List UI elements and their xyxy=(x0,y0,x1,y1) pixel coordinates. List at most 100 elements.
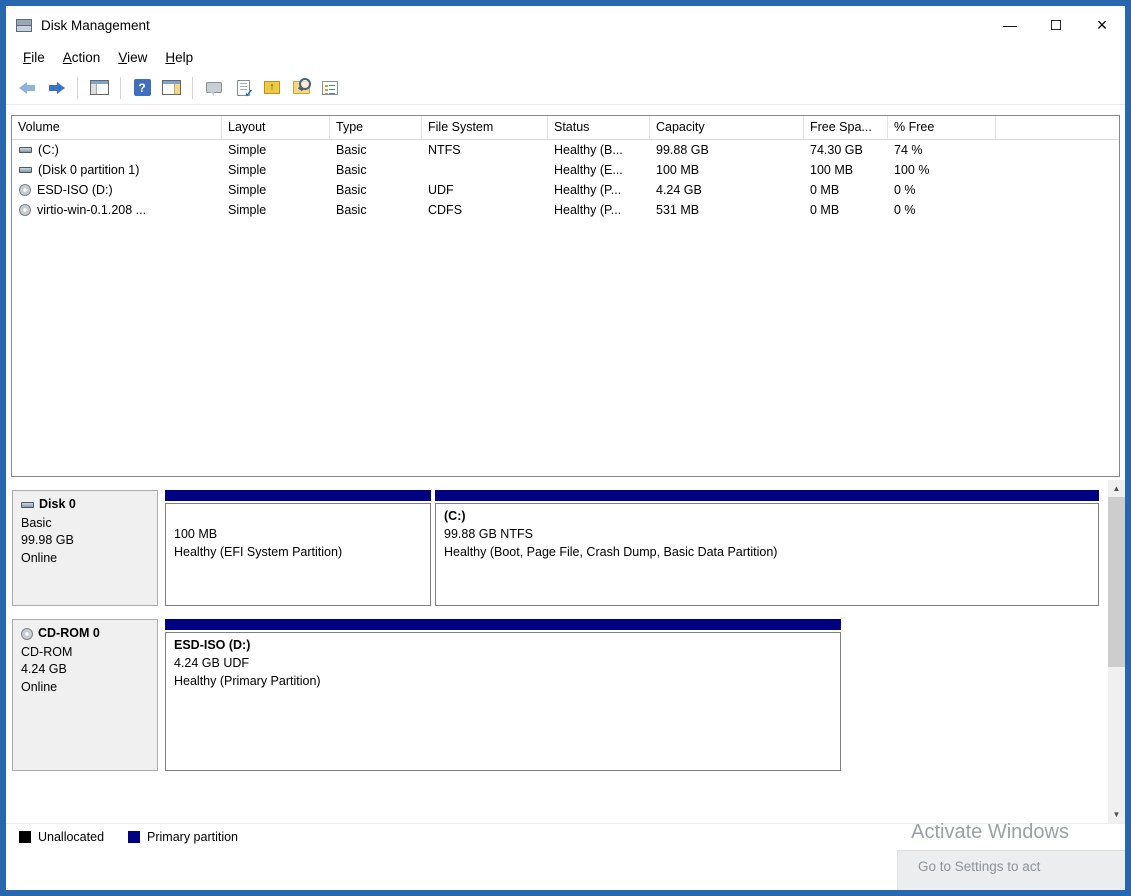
column-header-file-system[interactable]: File System xyxy=(422,116,548,140)
close-button[interactable]: × xyxy=(1079,6,1125,44)
maximize-icon xyxy=(1051,20,1061,30)
cell-layout: Simple xyxy=(222,163,330,177)
scrollbar-thumb[interactable] xyxy=(1108,497,1125,667)
legend-primary-partition: Primary partition xyxy=(128,830,238,844)
cdrom-0-label[interactable]: CD-ROM 0 CD-ROM 4.24 GB Online xyxy=(12,619,158,771)
partition-color-band xyxy=(435,490,1099,501)
search-folder-button[interactable] xyxy=(288,75,314,101)
column-header-layout[interactable]: Layout xyxy=(222,116,330,140)
cell-capacity: 99.88 GB xyxy=(650,143,804,157)
table-row[interactable]: virtio-win-0.1.208 ... Simple Basic CDFS… xyxy=(12,200,1119,220)
table-row[interactable]: ESD-ISO (D:) Simple Basic UDF Healthy (P… xyxy=(12,180,1119,200)
graphical-view-pane: Disk 0 Basic 99.98 GB Online 100 MB Heal… xyxy=(6,480,1125,823)
cdrom-0-partitions: ESD-ISO (D:) 4.24 GB UDF Healthy (Primar… xyxy=(165,619,1099,771)
column-header-free-space[interactable]: Free Spa... xyxy=(804,116,888,140)
cell-status: Healthy (P... xyxy=(548,183,650,197)
cell-type: Basic xyxy=(330,163,422,177)
app-icon xyxy=(16,18,32,32)
efi-partition[interactable]: 100 MB Healthy (EFI System Partition) xyxy=(165,490,431,606)
maximize-button[interactable] xyxy=(1033,6,1079,44)
console-tree-button[interactable] xyxy=(86,75,112,101)
partition-size: 99.88 GB NTFS xyxy=(444,525,1090,543)
menu-view[interactable]: View xyxy=(109,46,156,69)
cell-percent-free: 0 % xyxy=(888,183,996,197)
disk-0-partitions: 100 MB Healthy (EFI System Partition) (C… xyxy=(165,490,1099,606)
disk-name: CD-ROM 0 xyxy=(38,625,100,643)
properties-list-icon xyxy=(322,81,338,95)
column-header-volume[interactable]: Volume xyxy=(12,116,222,140)
disk-status: Online xyxy=(21,679,149,697)
menu-action[interactable]: Action xyxy=(54,46,110,69)
esd-iso-partition[interactable]: ESD-ISO (D:) 4.24 GB UDF Healthy (Primar… xyxy=(165,619,841,771)
primary-partition-color-swatch xyxy=(128,831,140,843)
activation-panel: Go to Settings to act xyxy=(897,850,1125,890)
vertical-scrollbar[interactable]: ▲ ▼ xyxy=(1108,480,1125,823)
cell-status: Healthy (P... xyxy=(548,203,650,217)
properties-button[interactable] xyxy=(317,75,343,101)
cell-capacity: 4.24 GB xyxy=(650,183,804,197)
help-icon: ? xyxy=(134,79,151,96)
legend-label: Primary partition xyxy=(147,830,238,844)
cell-file-system: NTFS xyxy=(422,143,548,157)
partition-color-band xyxy=(165,619,841,630)
disk-name: Disk 0 xyxy=(39,496,76,514)
partition-body: ESD-ISO (D:) 4.24 GB UDF Healthy (Primar… xyxy=(165,632,841,771)
menu-help[interactable]: Help xyxy=(156,46,202,69)
window-controls: — × xyxy=(987,6,1125,44)
column-header-capacity[interactable]: Capacity xyxy=(650,116,804,140)
column-header-type[interactable]: Type xyxy=(330,116,422,140)
legend-unallocated: Unallocated xyxy=(19,830,104,844)
cell-file-system: CDFS xyxy=(422,203,548,217)
disk-type: CD-ROM xyxy=(21,644,149,662)
activate-windows-subtext: Go to Settings to act xyxy=(918,859,1125,874)
minimize-button[interactable]: — xyxy=(987,6,1033,44)
table-row[interactable]: (Disk 0 partition 1) Simple Basic Health… xyxy=(12,160,1119,180)
cell-capacity: 100 MB xyxy=(650,163,804,177)
cell-type: Basic xyxy=(330,183,422,197)
menu-file[interactable]: File xyxy=(14,46,54,69)
cell-free-space: 74.30 GB xyxy=(804,143,888,157)
cell-type: Basic xyxy=(330,203,422,217)
cell-free-space: 0 MB xyxy=(804,203,888,217)
activate-windows-watermark: Activate Windows xyxy=(911,821,1069,844)
volume-name: ESD-ISO (D:) xyxy=(37,183,113,197)
scroll-down-arrow[interactable]: ▼ xyxy=(1108,806,1125,823)
script-check-icon: ✓ xyxy=(237,80,250,96)
console-message-button[interactable] xyxy=(201,75,227,101)
disk-management-window: Disk Management — × File Action View Hel… xyxy=(0,0,1131,896)
action-pane-button[interactable] xyxy=(158,75,184,101)
volume-name: virtio-win-0.1.208 ... xyxy=(37,203,146,217)
volume-name: (Disk 0 partition 1) xyxy=(38,163,139,177)
column-header-percent-free[interactable]: % Free xyxy=(888,116,996,140)
cell-file-system: UDF xyxy=(422,183,548,197)
disk-status: Online xyxy=(21,550,149,568)
legend-label: Unallocated xyxy=(38,830,104,844)
forward-button[interactable] xyxy=(43,75,69,101)
partition-body: (C:) 99.88 GB NTFS Healthy (Boot, Page F… xyxy=(435,503,1099,606)
upload-button[interactable]: ↑ xyxy=(259,75,285,101)
cell-capacity: 531 MB xyxy=(650,203,804,217)
cell-percent-free: 0 % xyxy=(888,203,996,217)
search-folder-icon xyxy=(293,81,310,94)
partition-size: 100 MB xyxy=(174,525,422,543)
drive-icon xyxy=(19,147,32,153)
disk-0-label[interactable]: Disk 0 Basic 99.98 GB Online xyxy=(12,490,158,606)
menu-bar: File Action View Help xyxy=(6,44,1125,71)
table-row[interactable]: (C:) Simple Basic NTFS Healthy (B... 99.… xyxy=(12,140,1119,160)
column-header-status[interactable]: Status xyxy=(548,116,650,140)
help-button[interactable]: ? xyxy=(129,75,155,101)
c-drive-partition[interactable]: (C:) 99.88 GB NTFS Healthy (Boot, Page F… xyxy=(435,490,1099,606)
back-icon xyxy=(19,82,36,94)
back-button[interactable] xyxy=(14,75,40,101)
scroll-up-arrow[interactable]: ▲ xyxy=(1108,480,1125,497)
cell-percent-free: 74 % xyxy=(888,143,996,157)
forward-icon xyxy=(48,82,65,94)
task-check-button[interactable]: ✓ xyxy=(230,75,256,101)
partition-status: Healthy (EFI System Partition) xyxy=(174,543,422,561)
cd-icon xyxy=(19,184,31,196)
volume-list-pane: Volume Layout Type File System Status Ca… xyxy=(11,115,1120,477)
toolbar-separator xyxy=(120,77,121,99)
cell-status: Healthy (E... xyxy=(548,163,650,177)
disk-size: 4.24 GB xyxy=(21,661,149,679)
cell-free-space: 0 MB xyxy=(804,183,888,197)
